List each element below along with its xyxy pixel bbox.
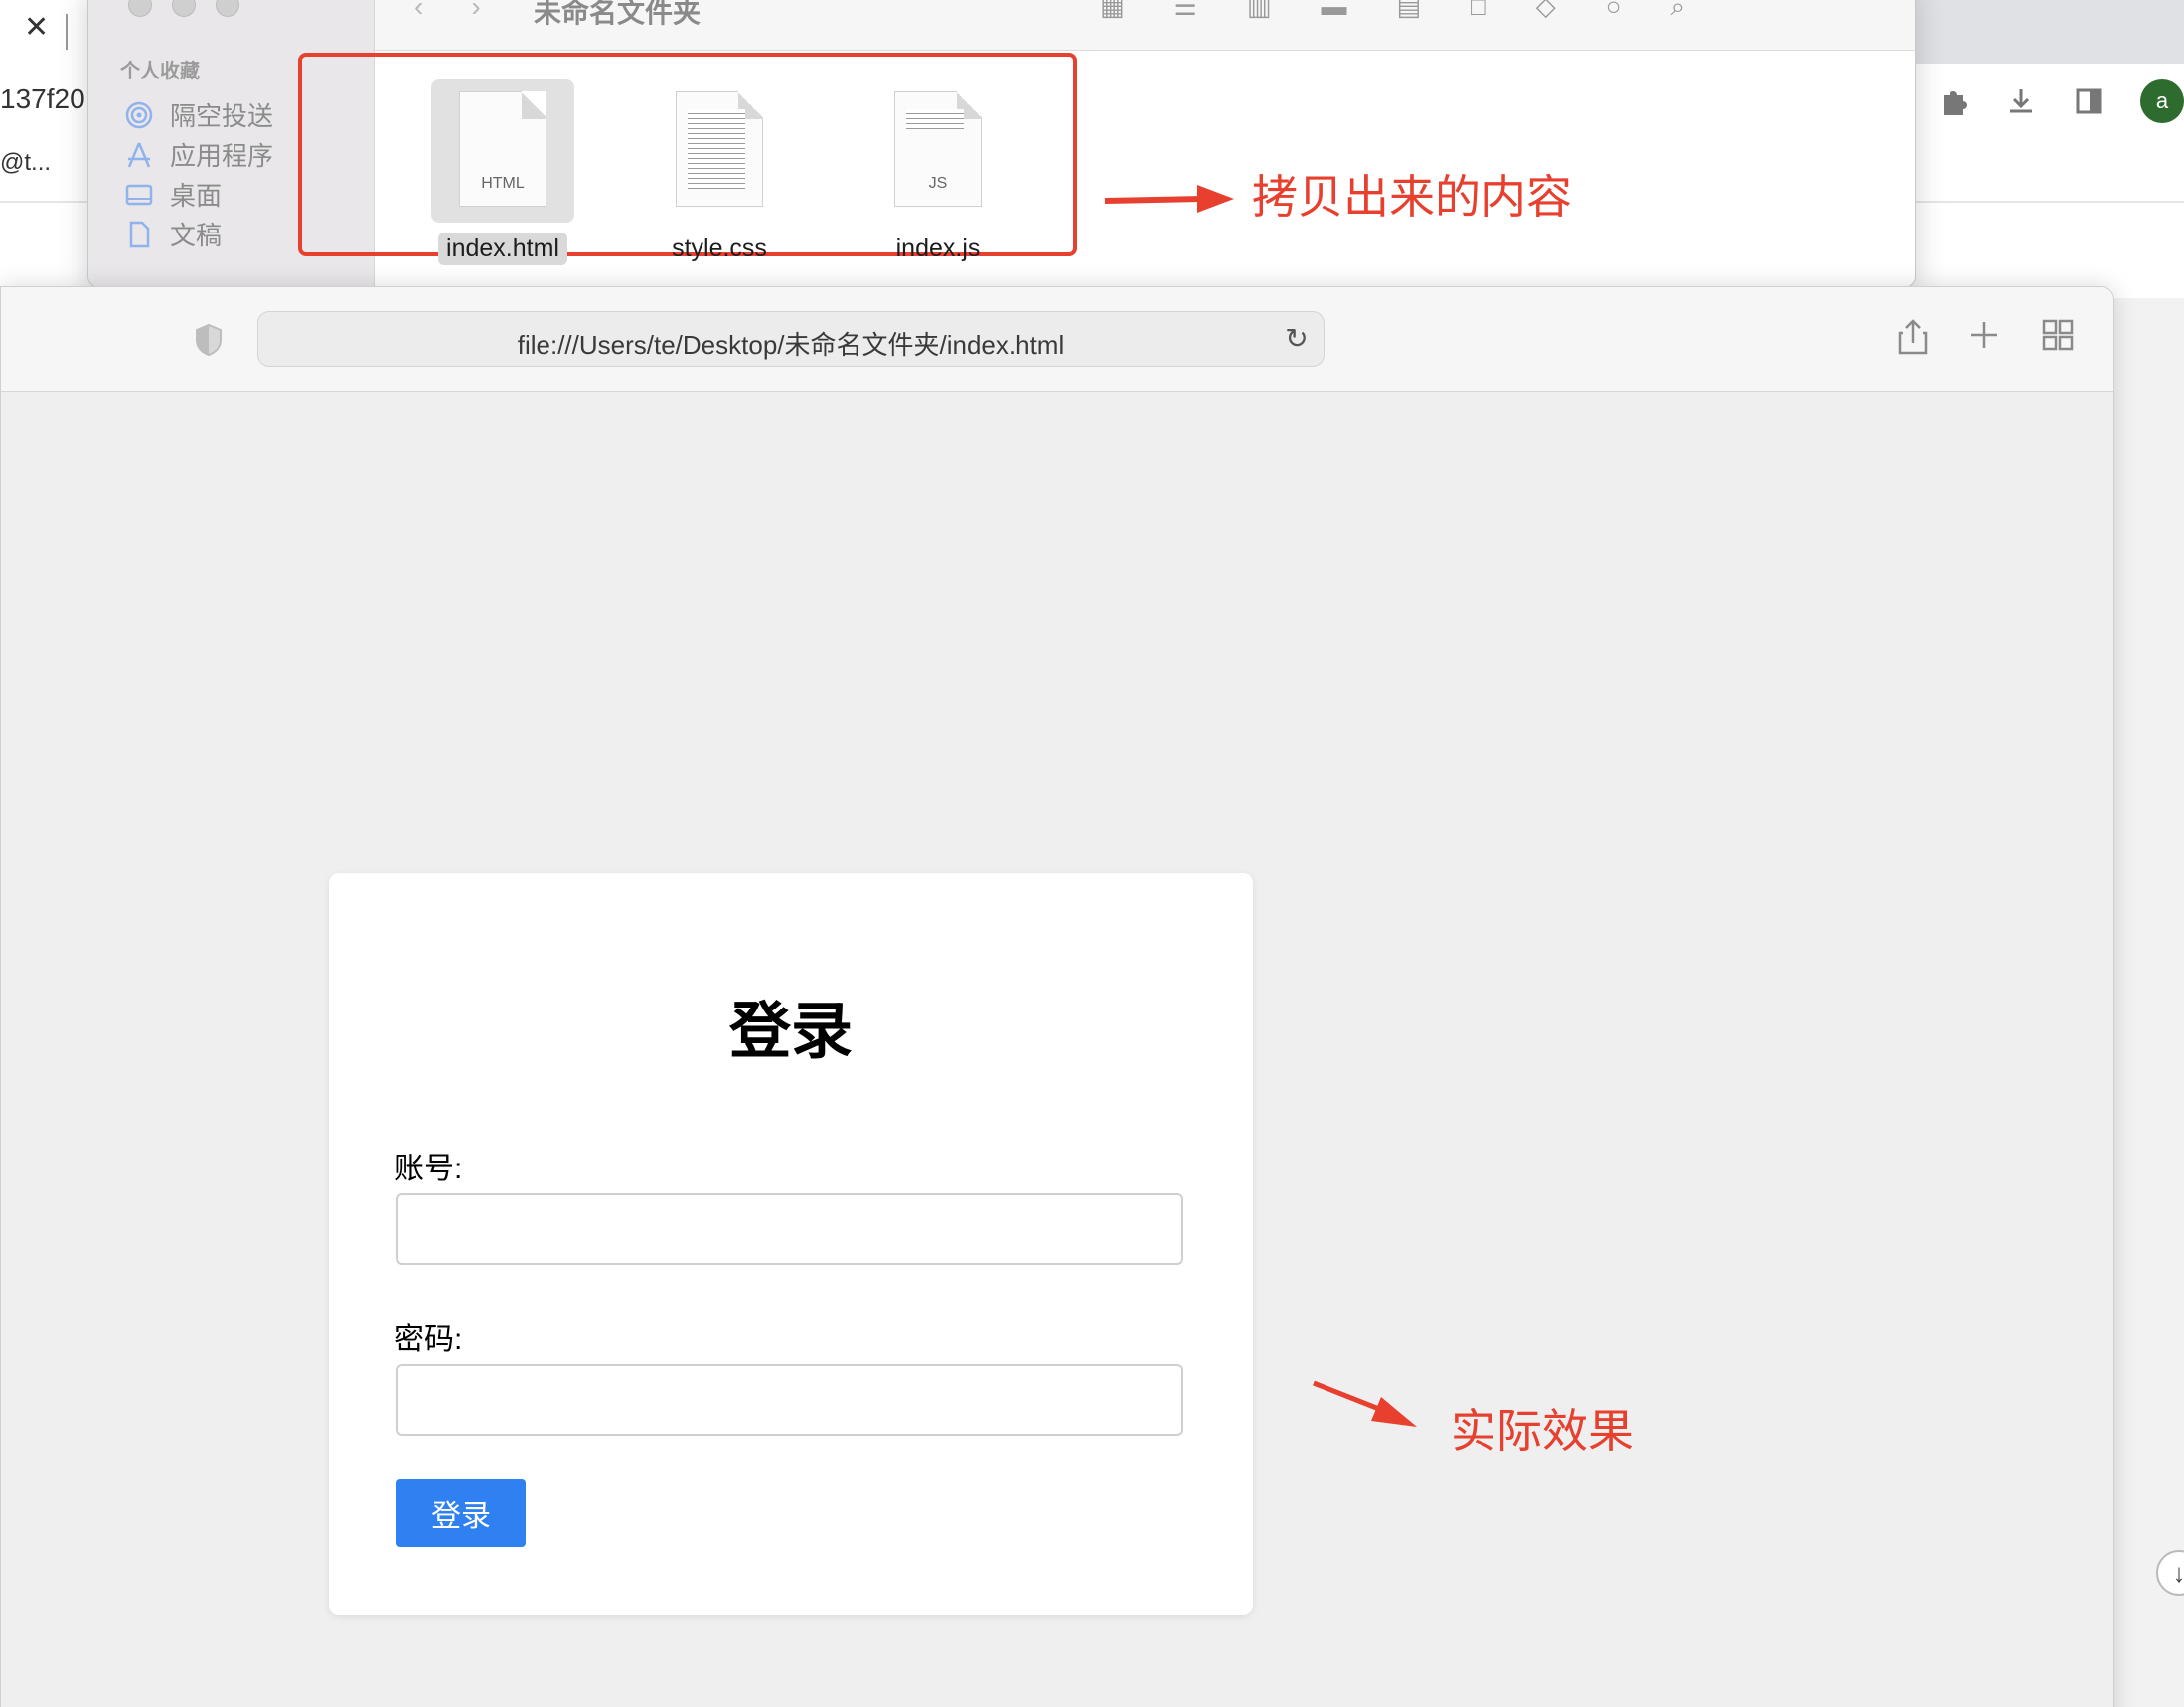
tab-separator xyxy=(66,14,68,50)
login-card: 登录 账号: 密码: 登录 xyxy=(329,873,1253,1615)
close-window-button[interactable] xyxy=(128,0,152,17)
file-name: index.html xyxy=(438,233,567,265)
documents-icon xyxy=(124,220,154,249)
annotation-actual-effect: 实际效果 xyxy=(1451,1404,1634,1458)
sidebar-heading: 个人收藏 xyxy=(120,61,200,82)
file-type-tag: HTML xyxy=(481,175,525,192)
sidebar-item-label: 桌面 xyxy=(170,181,223,211)
privacy-shield-icon[interactable] xyxy=(194,323,224,357)
gallery-view-icon[interactable]: ▬ xyxy=(1321,0,1346,23)
text-preview xyxy=(688,109,745,189)
password-input[interactable] xyxy=(396,1364,1183,1436)
finder-toolbar: ‹› 未命名文件夹 ▦ ☰ ▥ ▬ ▤ □ ◇ ○ ⌕ xyxy=(375,0,1915,51)
tag-icon[interactable]: ◇ xyxy=(1536,0,1556,23)
tab-close-icon[interactable]: ✕ xyxy=(24,10,49,45)
minimize-window-button[interactable] xyxy=(172,0,196,17)
annotation-arrow-down-right xyxy=(1313,1380,1417,1427)
reload-icon[interactable]: ↻ xyxy=(1282,324,1312,354)
sidebar-item-airdrop[interactable]: 隔空投送 xyxy=(124,96,273,133)
group-icon[interactable]: ▤ xyxy=(1396,0,1421,23)
text-preview xyxy=(906,109,964,129)
extensions-puzzle-icon[interactable] xyxy=(1938,85,1969,117)
background-tab[interactable]: ✕ xyxy=(0,0,89,64)
zoom-window-button[interactable] xyxy=(216,0,239,17)
background-extension-bar: a xyxy=(1938,79,2184,123)
login-button[interactable]: 登录 xyxy=(396,1479,526,1547)
annotation-arrow-right xyxy=(1104,185,1234,213)
file-name: style.css xyxy=(672,234,767,262)
finder-window-title: 未命名文件夹 xyxy=(534,0,702,28)
address-bar[interactable]: file:///Users/te/Desktop/未命名文件夹/index.ht… xyxy=(257,311,1325,367)
sidebar-item-label: 应用程序 xyxy=(170,141,274,171)
profile-avatar[interactable]: a xyxy=(2140,79,2184,123)
background-url-fragment: 137f20 xyxy=(0,83,85,114)
share-icon[interactable]: □ xyxy=(1471,0,1486,23)
applications-icon xyxy=(124,140,154,170)
back-forward-buttons[interactable]: ‹› xyxy=(414,0,529,23)
new-tab-icon[interactable] xyxy=(1964,317,2004,357)
file-style-css[interactable]: style.css xyxy=(630,79,809,265)
sidebar-item-applications[interactable]: 应用程序 xyxy=(124,136,273,173)
sidebar-item-desktop[interactable]: 桌面 xyxy=(124,176,222,213)
page-fold xyxy=(522,91,546,119)
finder-view-controls: ▦ ☰ ▥ ▬ ▤ □ ◇ ○ ⌕ xyxy=(1100,0,1685,23)
file-type-tag: JS xyxy=(928,175,948,192)
address-url: file:///Users/te/Desktop/未命名文件夹/index.ht… xyxy=(517,330,1065,360)
file-name: index.js xyxy=(895,234,981,262)
file-thumbnail xyxy=(648,79,791,223)
password-label: 密码: xyxy=(394,1323,463,1356)
safari-toolbar: file:///Users/te/Desktop/未命名文件夹/index.ht… xyxy=(1,287,2113,392)
account-label: 账号: xyxy=(394,1153,463,1185)
column-view-icon[interactable]: ▥ xyxy=(1247,0,1272,23)
file-thumbnail: HTML xyxy=(431,79,574,223)
search-icon[interactable]: ⌕ xyxy=(1670,0,1685,23)
sidebar-item-label: 隔空投送 xyxy=(170,101,274,131)
safari-window: file:///Users/te/Desktop/未命名文件夹/index.ht… xyxy=(0,286,2114,1707)
account-input[interactable] xyxy=(396,1193,1183,1265)
list-view-icon[interactable]: ☰ xyxy=(1174,0,1197,23)
side-panel-icon[interactable] xyxy=(2073,85,2105,117)
download-icon[interactable] xyxy=(2005,85,2037,117)
file-index-js[interactable]: JS index.js xyxy=(849,79,1027,265)
sidebar-item-documents[interactable]: 文稿 xyxy=(124,216,222,252)
background-bookmark-fragment[interactable]: @t... xyxy=(0,149,51,177)
file-thumbnail: JS xyxy=(866,79,1010,223)
annotation-copied-content: 拷贝出来的内容 xyxy=(1252,170,1572,224)
sidebar-item-label: 文稿 xyxy=(170,221,223,250)
share-icon[interactable] xyxy=(1893,317,1933,357)
window-controls xyxy=(128,0,239,17)
desktop-icon xyxy=(124,180,154,210)
airdrop-icon xyxy=(124,100,154,130)
icon-view-icon[interactable]: ▦ xyxy=(1100,0,1125,23)
file-index-html[interactable]: HTML index.html xyxy=(413,79,592,265)
tab-overview-icon[interactable] xyxy=(2038,317,2078,357)
login-title: 登录 xyxy=(728,998,853,1066)
scroll-down-icon[interactable]: ↓ xyxy=(2156,1550,2184,1596)
more-icon[interactable]: ○ xyxy=(1606,0,1622,23)
